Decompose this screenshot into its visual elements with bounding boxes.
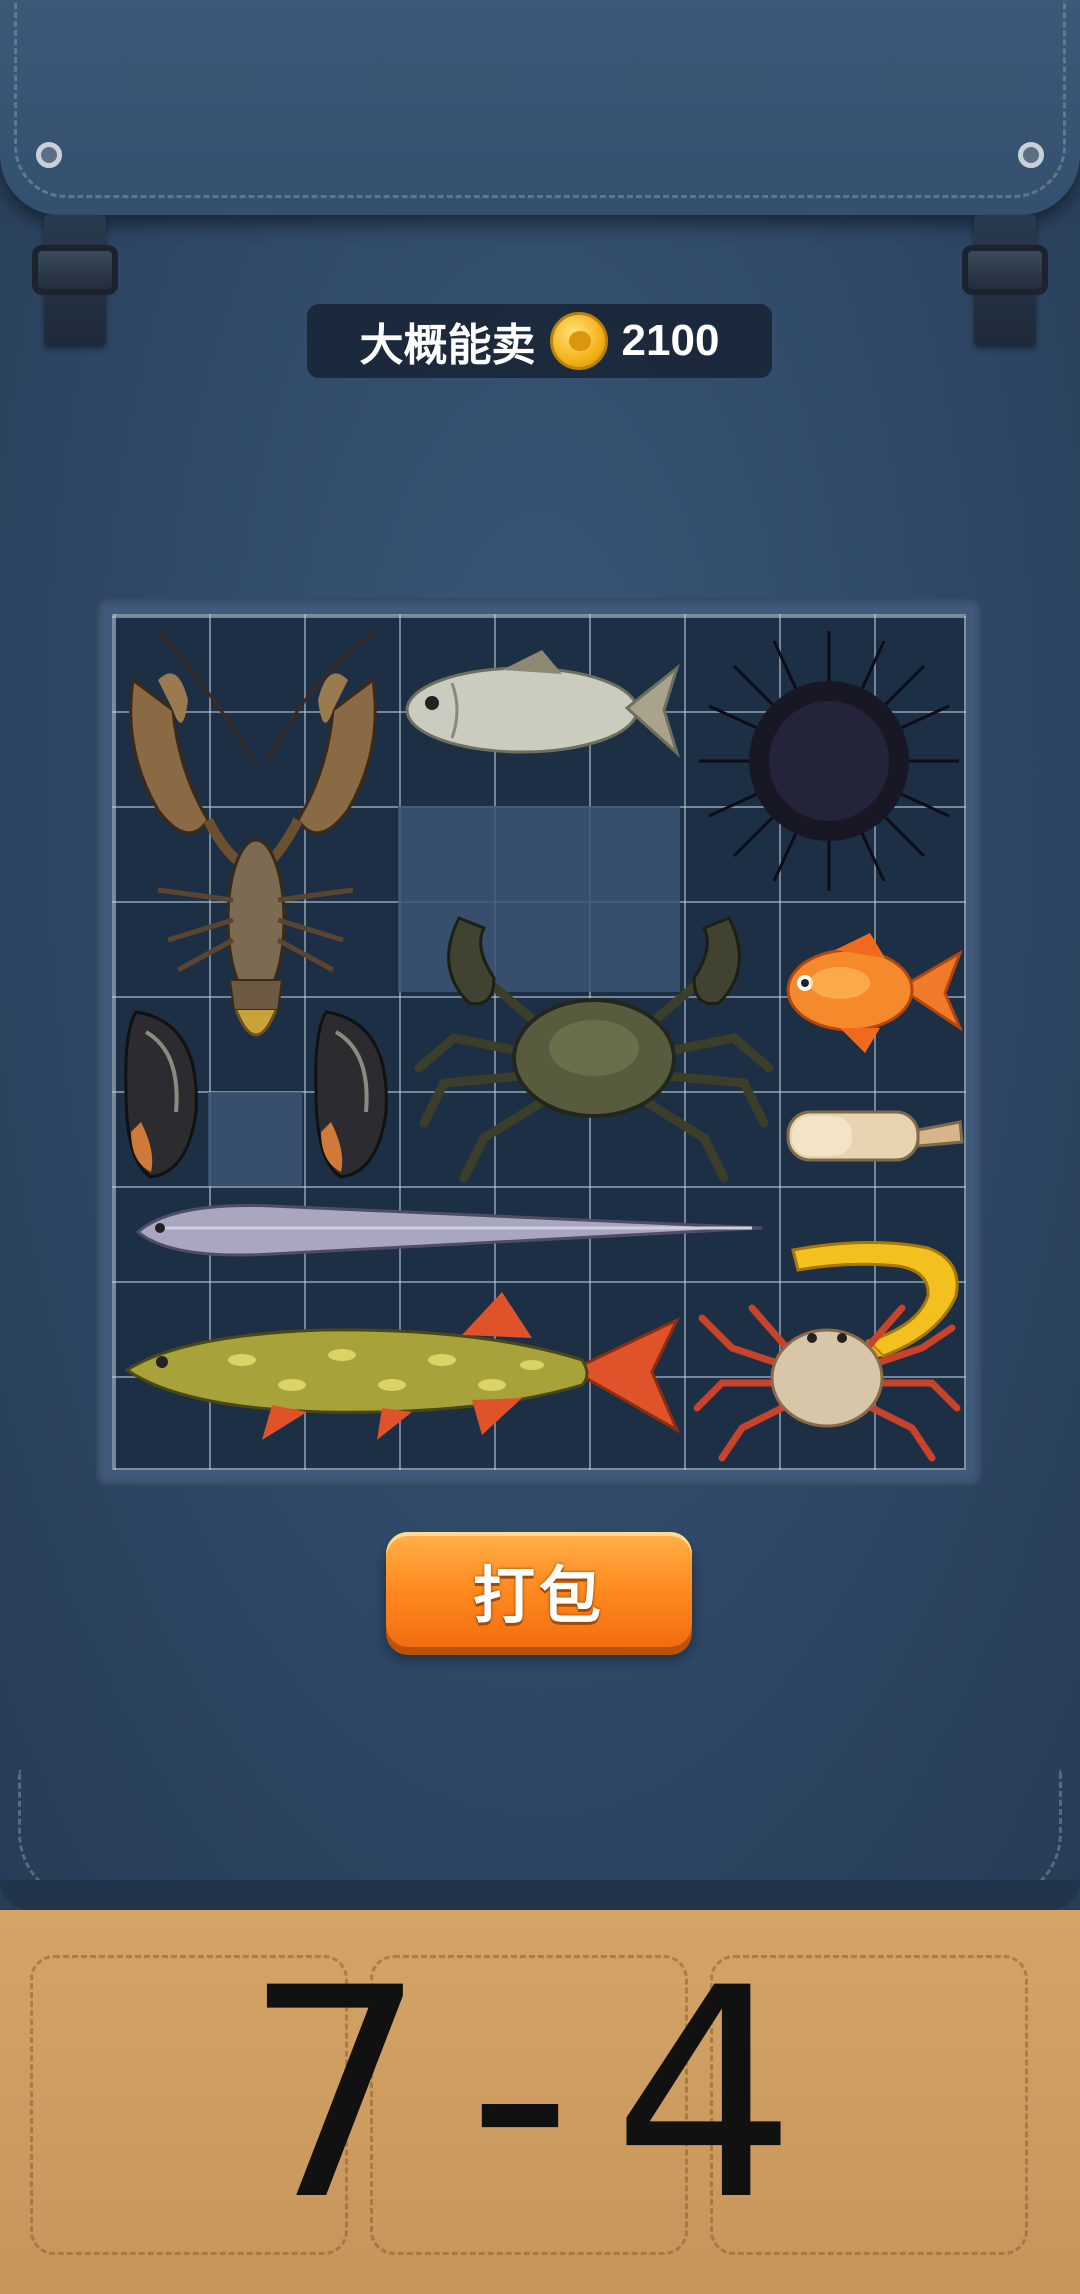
mussel-item[interactable] <box>306 1002 398 1182</box>
goldfish-item[interactable] <box>780 928 962 1058</box>
white-fish-item[interactable] <box>402 648 682 778</box>
price-value: 2100 <box>621 316 720 365</box>
gold-coin-icon <box>549 312 608 370</box>
buckle-left-icon <box>32 245 118 295</box>
backpack-flap <box>0 0 1080 215</box>
eel-item[interactable] <box>132 1198 772 1262</box>
rivet-right-icon <box>1018 142 1044 168</box>
estimated-price-badge: 大概能卖 2100 <box>307 304 772 378</box>
rivet-left-icon <box>36 142 62 168</box>
river-crab-item[interactable] <box>414 908 774 1188</box>
pack-button[interactable]: 打包 <box>386 1532 692 1647</box>
razor-clam-item[interactable] <box>780 1100 968 1172</box>
level-label: 7-4 <box>243 1926 837 2264</box>
bag-bottom-edge <box>0 1880 1080 1910</box>
strap-right <box>962 215 1048 345</box>
mussel-item[interactable] <box>116 1002 208 1182</box>
pike-item[interactable] <box>122 1290 682 1450</box>
price-label: 大概能卖 <box>359 321 536 370</box>
buckle-right-icon <box>962 245 1048 295</box>
strap-left <box>32 215 118 345</box>
sea-urchin-item[interactable] <box>694 626 964 896</box>
red-crab-item[interactable] <box>692 1278 962 1464</box>
flap-stitching <box>14 0 1066 198</box>
empty-cell <box>208 1092 302 1186</box>
